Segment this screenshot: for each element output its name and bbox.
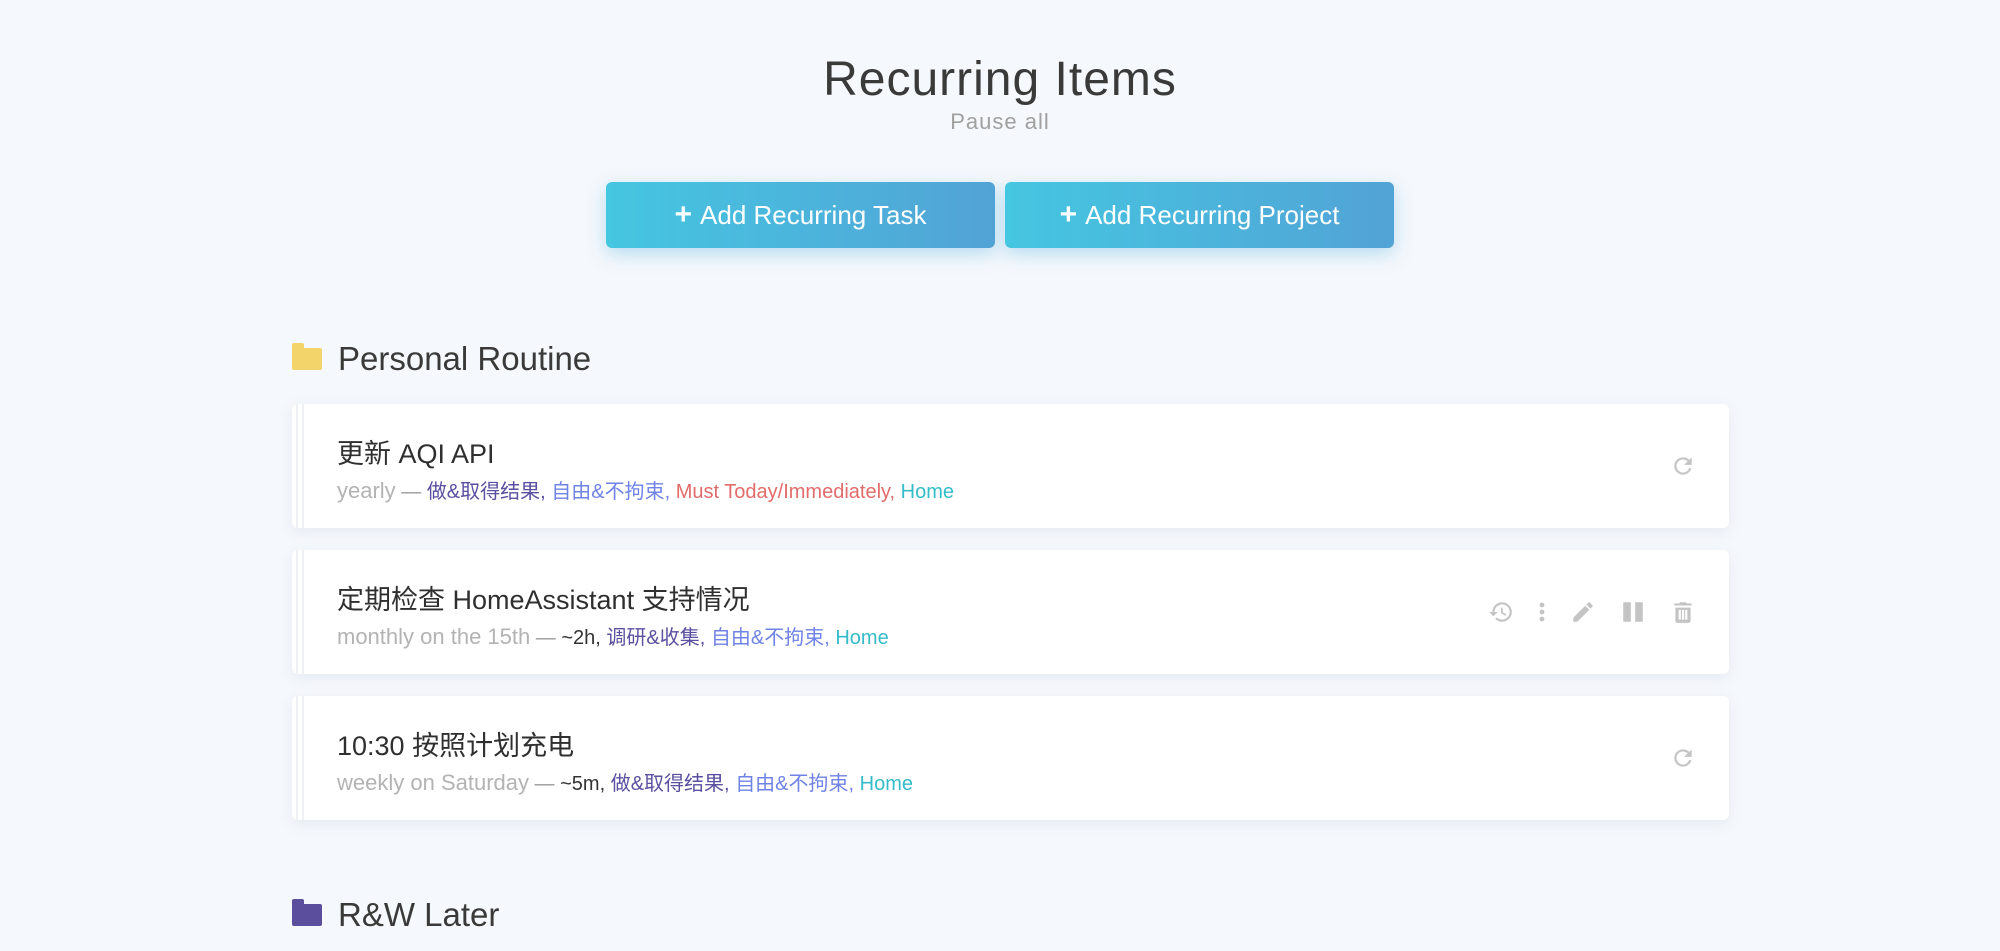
tag[interactable]: Must Today/Immediately, — [676, 481, 895, 503]
add-recurring-task-label: Add Recurring Task — [700, 199, 927, 230]
plus-icon: + — [674, 198, 693, 231]
plus-icon: + — [1059, 198, 1078, 231]
recurring-item-card[interactable]: 10:30 按照计划充电 weekly on Saturday — ~5m, 做… — [292, 696, 1729, 820]
tag[interactable]: 自由&不拘束, — [551, 481, 670, 503]
item-actions — [1485, 596, 1699, 628]
item-actions — [1667, 742, 1699, 774]
folder-icon — [292, 899, 322, 926]
page-header: Recurring Items Pause all — [0, 52, 2000, 135]
item-meta: monthly on the 15th — ~2h, 调研&收集, 自由&不拘束… — [337, 621, 889, 650]
item-meta: yearly — 做&取得结果, 自由&不拘束, Must Today/Imme… — [337, 475, 954, 504]
folder-icon — [292, 343, 322, 370]
card-drag-handle[interactable] — [296, 550, 304, 674]
trash-icon[interactable] — [1667, 596, 1699, 628]
section-header[interactable]: Personal Routine — [292, 340, 591, 378]
meta-separator: — — [395, 481, 427, 503]
item-duration: ~2h, — [561, 627, 601, 649]
tag[interactable]: 做&取得结果, — [427, 481, 546, 503]
item-title: 更新 AQI API — [337, 439, 495, 469]
item-meta: weekly on Saturday — ~5m, 做&取得结果, 自由&不拘束… — [337, 767, 913, 796]
more-vertical-icon[interactable] — [1535, 596, 1549, 628]
tag[interactable]: 调研&收集, — [606, 627, 705, 649]
item-frequency: weekly on Saturday — [337, 770, 529, 795]
section-title: Personal Routine — [338, 340, 592, 377]
item-title: 10:30 按照计划充电 — [337, 731, 575, 761]
card-drag-handle[interactable] — [296, 404, 304, 528]
item-actions — [1667, 450, 1699, 482]
recurring-item-card[interactable]: 更新 AQI API yearly — 做&取得结果, 自由&不拘束, Must… — [292, 404, 1729, 528]
recurring-item-card[interactable]: 定期检查 HomeAssistant 支持情况 monthly on the 1… — [292, 550, 1729, 674]
history-icon[interactable] — [1485, 596, 1517, 628]
add-recurring-project-label: Add Recurring Project — [1085, 199, 1340, 230]
page-title: Recurring Items — [823, 53, 1177, 106]
tag[interactable]: 自由&不拘束, — [711, 627, 830, 649]
section-title: R&W Later — [338, 896, 500, 933]
add-buttons-row: + Add Recurring Task + Add Recurring Pro… — [0, 182, 2000, 248]
meta-separator: — — [530, 627, 562, 649]
add-recurring-task-button[interactable]: + Add Recurring Task — [606, 182, 995, 248]
item-frequency: yearly — [337, 478, 396, 503]
tag[interactable]: 做&取得结果, — [611, 773, 730, 795]
meta-separator: — — [529, 773, 561, 795]
tag[interactable]: Home — [901, 481, 954, 503]
pause-all-link[interactable]: Pause all — [0, 109, 2000, 135]
pause-icon[interactable] — [1617, 596, 1649, 628]
refresh-icon[interactable] — [1667, 742, 1699, 774]
pencil-icon[interactable] — [1567, 596, 1599, 628]
item-duration: ~5m, — [560, 773, 606, 795]
card-drag-handle[interactable] — [296, 696, 304, 820]
add-recurring-project-button[interactable]: + Add Recurring Project — [1005, 182, 1394, 248]
tag[interactable]: Home — [835, 627, 888, 649]
section-header[interactable]: R&W Later — [292, 896, 499, 934]
item-title: 定期检查 HomeAssistant 支持情况 — [337, 585, 750, 615]
tag[interactable]: 自由&不拘束, — [735, 773, 854, 795]
refresh-icon[interactable] — [1667, 450, 1699, 482]
item-frequency: monthly on the 15th — [337, 624, 531, 649]
tag[interactable]: Home — [860, 773, 913, 795]
